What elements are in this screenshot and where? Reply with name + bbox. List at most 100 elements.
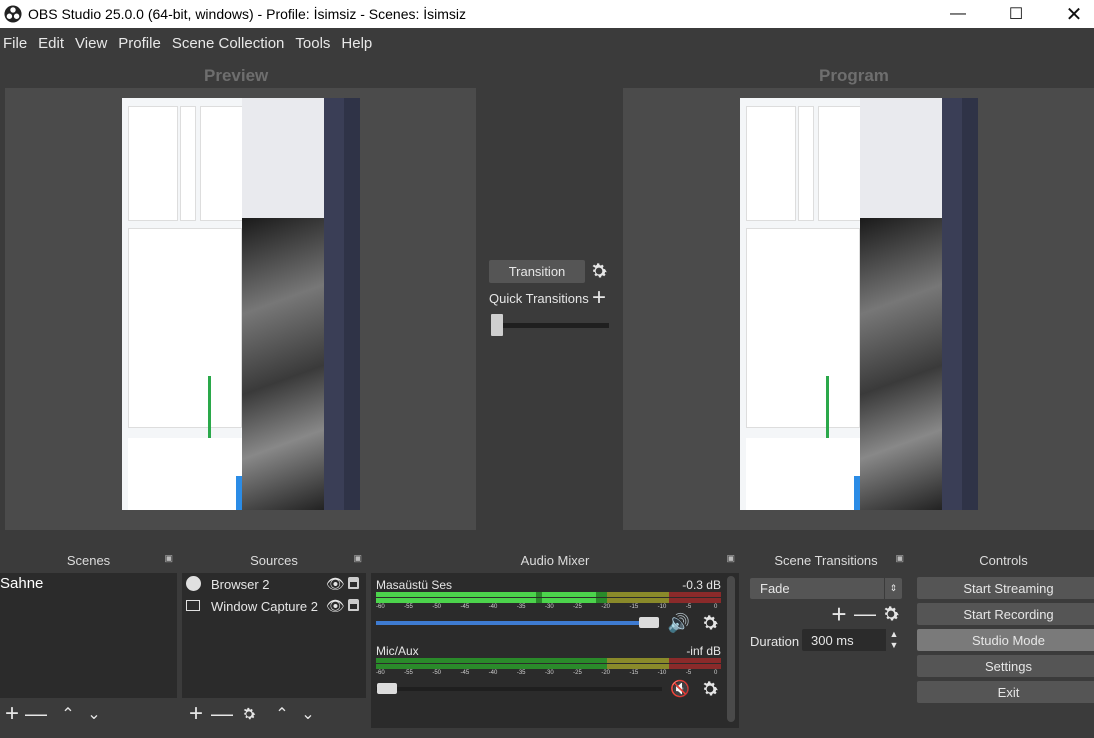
eye-visibility-icon[interactable]: 👁 (326, 597, 345, 615)
window-icon (186, 600, 200, 611)
meter-tick-label: -30 (545, 670, 554, 676)
remove-transition-minus-icon[interactable]: — (854, 601, 876, 626)
mixer-scrollbar[interactable] (727, 576, 735, 722)
meter-tick-label: -10 (657, 604, 667, 610)
menu-view[interactable]: View (72, 35, 115, 52)
menu-edit[interactable]: Edit (35, 35, 72, 52)
meter-tick-label: -10 (657, 670, 667, 676)
volume-slider-handle[interactable] (377, 683, 397, 694)
meter-tick-label: -30 (545, 604, 554, 610)
muted-speaker-icon[interactable]: 🔇 (667, 678, 693, 700)
window-title: OBS Studio 25.0.0 (64-bit, windows) - Pr… (28, 6, 467, 22)
source-item[interactable]: Window Capture 2 👁 (182, 595, 366, 617)
sources-title: Sources (250, 552, 298, 568)
menu-tools[interactable]: Tools (292, 35, 338, 52)
controls-title: Controls (979, 552, 1028, 568)
preview-screen-capture (122, 98, 360, 510)
meter-tick-label: -60 (376, 670, 385, 676)
menu-profile[interactable]: Profile (115, 35, 169, 52)
menu-bar: File Edit View Profile Scene Collection … (0, 28, 1094, 58)
exit-button[interactable]: Exit (917, 681, 1094, 703)
meter-tick-label: -50 (432, 604, 441, 610)
add-transition-plus-icon[interactable]: + (828, 599, 850, 629)
minimize-button[interactable]: — (930, 0, 986, 28)
scene-item[interactable]: Sahne (0, 573, 177, 595)
add-source-plus-icon[interactable]: + (186, 700, 206, 727)
tbar-track[interactable] (497, 323, 609, 328)
meter-tick-label: -20 (601, 670, 610, 676)
channel-settings-gear-icon[interactable] (698, 678, 722, 700)
status-bar (0, 728, 1094, 738)
start-streaming-button[interactable]: Start Streaming (917, 577, 1094, 599)
preview-label: Preview (204, 66, 269, 85)
duration-spinbox[interactable]: 300 ms ▲ ▼ (802, 629, 902, 651)
meter-tick-label: -15 (629, 604, 639, 610)
meter-tick-label: -60 (376, 604, 385, 610)
menu-help[interactable]: Help (338, 35, 380, 52)
channel-name: Masaüstü Ses (376, 578, 453, 592)
volume-meter (376, 658, 721, 670)
title-bar: OBS Studio 25.0.0 (64-bit, windows) - Pr… (0, 0, 1094, 28)
meter-tick-label: -35 (516, 670, 526, 676)
updown-chevron-icon[interactable]: ⇕ (884, 578, 902, 599)
start-recording-button[interactable]: Start Recording (917, 603, 1094, 625)
meter-tick-label: 0 (714, 604, 718, 610)
maximize-button[interactable]: ☐ (988, 0, 1044, 28)
channel-settings-gear-icon[interactable] (698, 612, 722, 634)
move-up-chevron-icon[interactable]: ⌃ (58, 702, 78, 726)
menu-file[interactable]: File (0, 35, 35, 52)
settings-button[interactable]: Settings (917, 655, 1094, 677)
transition-button[interactable]: Transition (489, 260, 585, 283)
volume-slider-handle[interactable] (639, 617, 659, 628)
spin-down-icon[interactable]: ▼ (886, 640, 902, 651)
transition-settings-gear-icon[interactable] (587, 259, 611, 283)
duration-value: 300 ms (811, 633, 854, 648)
meter-tick-label: -55 (404, 604, 413, 610)
source-item[interactable]: Browser 2 👁 (182, 573, 366, 595)
program-screen-capture (740, 98, 978, 510)
meter-tick-label: -25 (573, 670, 582, 676)
program-label: Program (819, 66, 889, 85)
dock-float-icon[interactable]: ▣ (164, 553, 173, 564)
volume-slider-track[interactable] (376, 621, 656, 625)
meter-tick-label: -40 (488, 670, 498, 676)
volume-meter (376, 592, 721, 604)
dock-float-icon[interactable]: ▣ (895, 553, 904, 564)
controls-dock-title: Controls (913, 548, 1094, 572)
source-name: Window Capture 2 (211, 599, 318, 614)
spin-up-icon[interactable]: ▲ (886, 629, 902, 640)
scene-transitions-title: Scene Transitions (774, 552, 878, 568)
eye-visibility-icon[interactable]: 👁 (326, 575, 345, 593)
volume-slider-track[interactable] (376, 687, 662, 691)
move-up-chevron-icon[interactable]: ⌃ (272, 702, 292, 726)
sources-dock-title: Sources ▣ (182, 548, 366, 572)
transition-properties-gear-icon[interactable] (880, 603, 902, 625)
remove-scene-minus-icon[interactable]: — (25, 701, 47, 726)
move-down-chevron-icon[interactable]: ⌄ (298, 702, 318, 726)
sources-list: Browser 2 👁 Window Capture 2 👁 (182, 573, 366, 698)
close-button[interactable]: ✕ (1046, 0, 1094, 28)
lock-icon[interactable] (348, 599, 359, 611)
quick-transitions-label: Quick Transitions (489, 291, 589, 306)
move-down-chevron-icon[interactable]: ⌄ (84, 702, 104, 726)
dock-float-icon[interactable]: ▣ (353, 553, 362, 564)
meter-tick-label: -45 (460, 604, 470, 610)
tbar-handle[interactable] (491, 314, 503, 336)
source-properties-gear-icon[interactable] (238, 702, 260, 726)
add-scene-plus-icon[interactable]: + (2, 700, 22, 727)
lock-icon[interactable] (348, 577, 359, 589)
speaker-icon[interactable]: 🔊 (667, 612, 691, 634)
channel-db: -inf dB (686, 644, 721, 658)
meter-tick-label: -15 (629, 670, 639, 676)
meter-tick-label: -50 (432, 670, 441, 676)
studio-mode-button[interactable]: Studio Mode (917, 629, 1094, 651)
remove-source-minus-icon[interactable]: — (211, 701, 233, 726)
channel-name: Mic/Aux (376, 644, 419, 658)
transition-select[interactable]: Fade ⇕ (750, 578, 902, 599)
menu-scene-collection[interactable]: Scene Collection (169, 35, 293, 52)
mixer-dock-title: Audio Mixer ▣ (371, 548, 739, 572)
add-quick-transition-plus-icon[interactable]: + (588, 284, 610, 311)
dock-float-icon[interactable]: ▣ (726, 553, 735, 564)
preview-canvas[interactable] (5, 88, 476, 530)
source-name: Browser 2 (211, 577, 270, 592)
